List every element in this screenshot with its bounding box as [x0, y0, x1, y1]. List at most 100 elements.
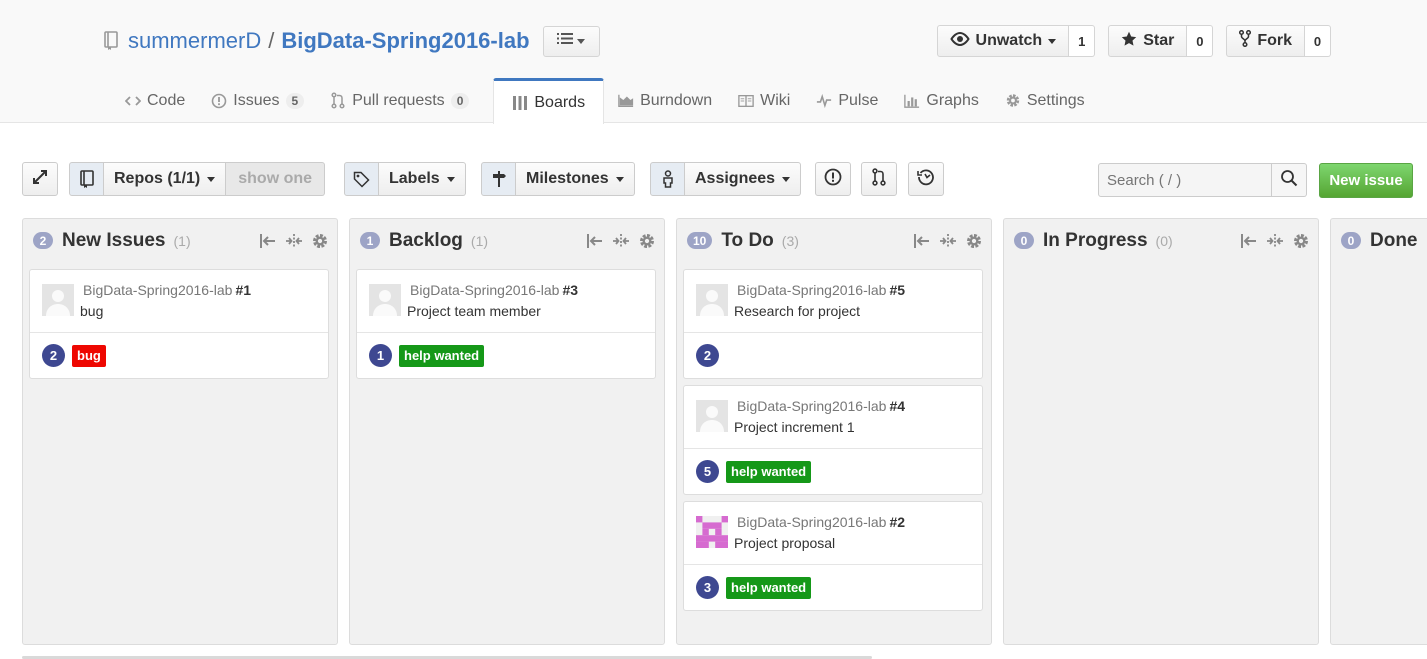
repo-menu-button[interactable] [542, 25, 600, 57]
card-title[interactable]: Research for project [734, 303, 860, 319]
column-points-badge: 10 [687, 232, 713, 249]
show-one-button[interactable]: show one [226, 162, 326, 196]
tab-burndown[interactable]: Burndown [610, 78, 730, 123]
kanban-board: 2 New Issues (1) BigData-Spring2016-lab #… [22, 218, 1427, 659]
column-issue-count: (3) [781, 232, 799, 249]
card-title[interactable]: Project team member [407, 303, 541, 319]
gear-icon[interactable] [310, 231, 329, 250]
card-issue-number[interactable]: #5 [889, 282, 905, 298]
tab-settings[interactable]: Settings [997, 78, 1103, 123]
collapse-both-icon[interactable] [284, 231, 303, 250]
new-issue-button[interactable]: New issue [1319, 163, 1413, 198]
tab-pull-requests[interactable]: Pull requests 0 [322, 78, 487, 123]
column-header: 2 New Issues (1) [23, 219, 337, 262]
column-issue-count: (1) [470, 232, 489, 249]
collapse-left-icon[interactable] [585, 231, 604, 250]
default-avatar-icon [696, 400, 728, 432]
card-repo-name[interactable]: BigData-Spring2016-lab [737, 514, 886, 530]
tab-code-label: Code [147, 91, 186, 109]
collapse-left-icon[interactable] [1239, 231, 1258, 250]
tab-issues[interactable]: Issues 5 [203, 78, 322, 123]
collapse-left-icon[interactable] [912, 231, 931, 250]
star-button[interactable]: Star [1108, 25, 1188, 57]
issue-label[interactable]: help wanted [726, 576, 812, 599]
git-pull-request-icon [872, 167, 886, 191]
story-points-badge: 5 [696, 460, 719, 483]
card-repo-name[interactable]: BigData-Spring2016-lab [410, 282, 559, 298]
fullscreen-button[interactable] [22, 162, 58, 196]
list-icon [557, 32, 574, 50]
filter-issues-button[interactable] [815, 162, 851, 196]
avatar [696, 284, 728, 316]
issue-label[interactable]: bug [72, 344, 106, 367]
tab-pulse-label: Pulse [838, 91, 879, 109]
card-issue-number[interactable]: #2 [889, 514, 905, 530]
watchers-count[interactable]: 1 [1069, 25, 1096, 57]
search-button[interactable] [1272, 163, 1307, 197]
card-repo-line: BigData-Spring2016-lab #3 [410, 282, 578, 298]
collapse-both-icon[interactable] [1265, 231, 1284, 250]
tab-burndown-label: Burndown [640, 91, 713, 109]
expand-icon [32, 169, 48, 190]
repo-name-link[interactable]: BigData-Spring2016-lab [281, 28, 529, 54]
issue-card[interactable]: BigData-Spring2016-lab #1 bug 2 bug [29, 269, 329, 379]
collapse-both-icon[interactable] [938, 231, 957, 250]
issue-label[interactable]: help wanted [399, 344, 485, 367]
milestones-dropdown[interactable]: Milestones [516, 162, 635, 196]
card-title[interactable]: bug [80, 303, 103, 319]
unwatch-label: Unwatch [975, 32, 1043, 49]
avatar [369, 284, 401, 316]
avatar [696, 516, 728, 548]
gear-icon[interactable] [637, 231, 656, 250]
filter-pull-requests-button[interactable] [861, 162, 897, 196]
fork-button[interactable]: Fork [1226, 25, 1305, 57]
board-column-in-progress: 0 In Progress (0) [1003, 218, 1319, 645]
card-issue-number[interactable]: #3 [562, 282, 578, 298]
gear-icon[interactable] [964, 231, 983, 250]
issue-card[interactable]: BigData-Spring2016-lab #3 Project team me… [356, 269, 656, 379]
tab-boards[interactable]: Boards [493, 78, 605, 124]
labels-dropdown-label: Labels [389, 170, 440, 187]
tab-wiki[interactable]: Wiki [730, 78, 808, 123]
collapse-both-icon[interactable] [611, 231, 630, 250]
card-title[interactable]: Project proposal [734, 535, 835, 551]
board-column-backlog: 1 Backlog (1) BigData-Spring2016-lab #3 P… [349, 218, 665, 645]
card-repo-name[interactable]: BigData-Spring2016-lab [737, 282, 886, 298]
star-icon [1121, 31, 1137, 52]
tag-icon [344, 162, 379, 196]
chevron-down-icon [1048, 38, 1057, 44]
tab-code[interactable]: Code [117, 78, 203, 123]
column-issue-count: (0) [1155, 232, 1173, 249]
labels-dropdown[interactable]: Labels [379, 162, 466, 196]
avatar [696, 400, 728, 432]
card-issue-number[interactable]: #1 [235, 282, 251, 298]
column-title: New Issues [62, 229, 166, 251]
issue-label[interactable]: help wanted [726, 460, 812, 483]
unwatch-button[interactable]: Unwatch [936, 25, 1070, 57]
column-tools [1239, 231, 1310, 250]
tab-pulse[interactable]: Pulse [808, 78, 896, 123]
tab-graphs[interactable]: Graphs [896, 78, 996, 123]
assignees-dropdown[interactable]: Assignees [685, 162, 802, 196]
search-input[interactable] [1098, 163, 1272, 197]
repo-owner-link[interactable]: summermerD [128, 28, 261, 54]
issue-card[interactable]: BigData-Spring2016-lab #4 Project increme… [683, 385, 983, 495]
default-avatar-icon [696, 284, 728, 316]
history-button[interactable] [908, 162, 944, 196]
card-title[interactable]: Project increment 1 [734, 419, 855, 435]
repos-dropdown[interactable]: Repos (1/1) [104, 162, 227, 196]
issue-card[interactable]: BigData-Spring2016-lab #5 Research for pr… [683, 269, 983, 379]
pull-requests-count-badge: 0 [450, 92, 470, 109]
issue-card[interactable]: BigData-Spring2016-lab #2 Project proposa… [683, 501, 983, 611]
repos-dropdown-label: Repos (1/1) [114, 170, 201, 187]
gear-icon[interactable] [1291, 231, 1310, 250]
column-issue-count: (1) [173, 232, 191, 249]
boards-icon [512, 95, 528, 111]
card-issue-number[interactable]: #4 [889, 398, 905, 414]
card-repo-name[interactable]: BigData-Spring2016-lab [83, 282, 232, 298]
card-repo-name[interactable]: BigData-Spring2016-lab [737, 398, 886, 414]
card-footer: 2 [684, 333, 982, 378]
stargazers-count[interactable]: 0 [1187, 25, 1214, 57]
forks-count[interactable]: 0 [1305, 25, 1331, 57]
collapse-left-icon[interactable] [258, 231, 277, 250]
